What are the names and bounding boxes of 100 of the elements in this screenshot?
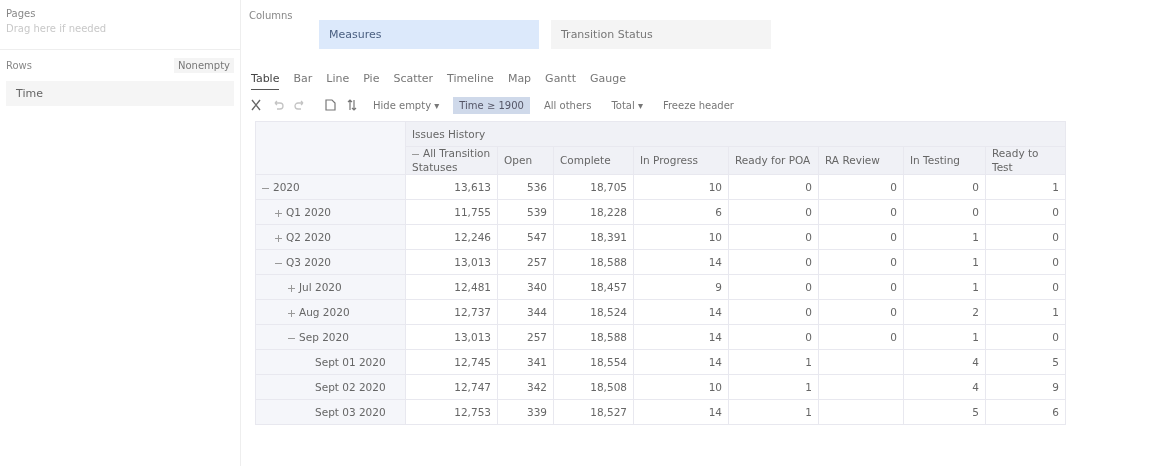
expand-icon[interactable] xyxy=(275,209,282,217)
table-cell: 0 xyxy=(985,224,1066,250)
table-cell: 0 xyxy=(728,199,819,225)
table-cell: 1 xyxy=(728,399,819,425)
row-dimension-item[interactable]: Time xyxy=(6,81,234,106)
chart-type-tab[interactable]: Gauge xyxy=(590,72,626,90)
table-cell: 0 xyxy=(818,299,904,325)
table-cell: 344 xyxy=(497,299,554,325)
table-cell: 6 xyxy=(633,199,729,225)
table-cell: 0 xyxy=(818,224,904,250)
table-cell: 0 xyxy=(985,249,1066,275)
column-dimension-item[interactable]: Transition Status xyxy=(551,20,771,49)
table-cell: 14 xyxy=(633,299,729,325)
chart-type-tab[interactable]: Gantt xyxy=(545,72,576,90)
table-cell: 9 xyxy=(985,374,1066,400)
table-cell: 6 xyxy=(985,399,1066,425)
table-cell: 13,613 xyxy=(405,174,498,200)
row-header[interactable]: Q1 2020 xyxy=(255,199,406,225)
column-header[interactable]: Open xyxy=(497,146,554,175)
table-cell: 12,246 xyxy=(405,224,498,250)
table-cell: 9 xyxy=(633,274,729,300)
table-cell: 18,588 xyxy=(553,249,634,275)
row-header[interactable]: 2020 xyxy=(255,174,406,200)
table-cell: 0 xyxy=(728,324,819,350)
table-cell: 12,745 xyxy=(405,349,498,375)
expand-icon[interactable] xyxy=(288,284,295,292)
table-cell: 257 xyxy=(497,324,554,350)
row-header[interactable]: Sept 02 2020 xyxy=(255,374,406,400)
table-cell: 0 xyxy=(728,274,819,300)
table-cell: 13,013 xyxy=(405,324,498,350)
table-cell: 1 xyxy=(903,224,986,250)
table-cell: 18,527 xyxy=(553,399,634,425)
column-header[interactable]: All Transition Statuses xyxy=(405,146,498,175)
table-cell: 539 xyxy=(497,199,554,225)
row-header[interactable]: Sept 03 2020 xyxy=(255,399,406,425)
table-cell: 0 xyxy=(985,199,1066,225)
column-header[interactable]: Complete xyxy=(553,146,634,175)
table-cell: 5 xyxy=(903,399,986,425)
table-cell: 11,755 xyxy=(405,199,498,225)
table-cell: 13,013 xyxy=(405,249,498,275)
chart-type-tab[interactable]: Map xyxy=(507,72,532,90)
row-header[interactable]: Sept 01 2020 xyxy=(255,349,406,375)
chart-type-tab[interactable]: Timeline xyxy=(447,72,494,90)
table-cell: 1 xyxy=(985,299,1066,325)
toolbar-button[interactable]: Time ≥ 1900 xyxy=(453,96,530,114)
table-cell: 341 xyxy=(497,349,554,375)
column-header[interactable]: Ready for POA xyxy=(728,146,819,175)
column-header[interactable]: Ready to Test xyxy=(985,146,1066,175)
chart-type-tab[interactable]: Scatter xyxy=(393,72,434,90)
column-header[interactable]: In Progress xyxy=(633,146,729,175)
table-cell: 0 xyxy=(985,324,1066,350)
swap-icon[interactable] xyxy=(345,98,359,112)
table-cell: 14 xyxy=(633,324,729,350)
page-icon[interactable] xyxy=(323,98,337,112)
toolbar-button[interactable]: Total ▾ xyxy=(605,96,649,114)
table-cell: 536 xyxy=(497,174,554,200)
row-header[interactable]: Q3 2020 xyxy=(255,249,406,275)
table-cell: 18,705 xyxy=(553,174,634,200)
table-cell: 1 xyxy=(903,274,986,300)
table-cell: 14 xyxy=(633,349,729,375)
row-header[interactable]: Sep 2020 xyxy=(255,324,406,350)
expand-icon[interactable] xyxy=(275,234,282,242)
row-header[interactable]: Q2 2020 xyxy=(255,224,406,250)
table-cell: 1 xyxy=(728,349,819,375)
column-header[interactable]: In Testing xyxy=(903,146,986,175)
table-cell: 4 xyxy=(903,349,986,375)
table-cell: 0 xyxy=(985,274,1066,300)
chart-type-tab[interactable]: Bar xyxy=(293,72,313,90)
toolbar-button[interactable]: Hide empty ▾ xyxy=(367,96,446,114)
expand-icon[interactable] xyxy=(288,309,295,317)
chart-type-tab[interactable]: Table xyxy=(251,72,280,90)
table-cell: 342 xyxy=(497,374,554,400)
table-cell: 0 xyxy=(728,299,819,325)
columns-label: Columns xyxy=(249,10,294,21)
table-cell: 0 xyxy=(903,199,986,225)
table-cell: 1 xyxy=(728,374,819,400)
column-header[interactable]: RA Review xyxy=(818,146,904,175)
chart-type-tab[interactable]: Pie xyxy=(363,72,380,90)
table-cell: 0 xyxy=(728,224,819,250)
table-cell: 12,481 xyxy=(405,274,498,300)
row-header[interactable]: Jul 2020 xyxy=(255,274,406,300)
column-dimension-item[interactable]: Measures xyxy=(319,20,539,49)
table-cell: 2 xyxy=(903,299,986,325)
table-cell: 4 xyxy=(903,374,986,400)
table-cell: 339 xyxy=(497,399,554,425)
chart-type-tab[interactable]: Line xyxy=(326,72,350,90)
cut-icon[interactable] xyxy=(249,98,263,112)
table-cell: 547 xyxy=(497,224,554,250)
nonempty-button[interactable]: Nonempty xyxy=(173,58,234,73)
table-cell: 14 xyxy=(633,249,729,275)
row-header[interactable]: Aug 2020 xyxy=(255,299,406,325)
table-cell: 0 xyxy=(818,324,904,350)
table-cell: 12,747 xyxy=(405,374,498,400)
toolbar-button[interactable]: All others xyxy=(537,96,598,114)
table-cell: 0 xyxy=(818,274,904,300)
table-cell: 257 xyxy=(497,249,554,275)
toolbar-button[interactable]: Freeze header xyxy=(656,96,740,114)
table-cell: 12,753 xyxy=(405,399,498,425)
table-cell: 10 xyxy=(633,374,729,400)
table-cell: 0 xyxy=(818,249,904,275)
